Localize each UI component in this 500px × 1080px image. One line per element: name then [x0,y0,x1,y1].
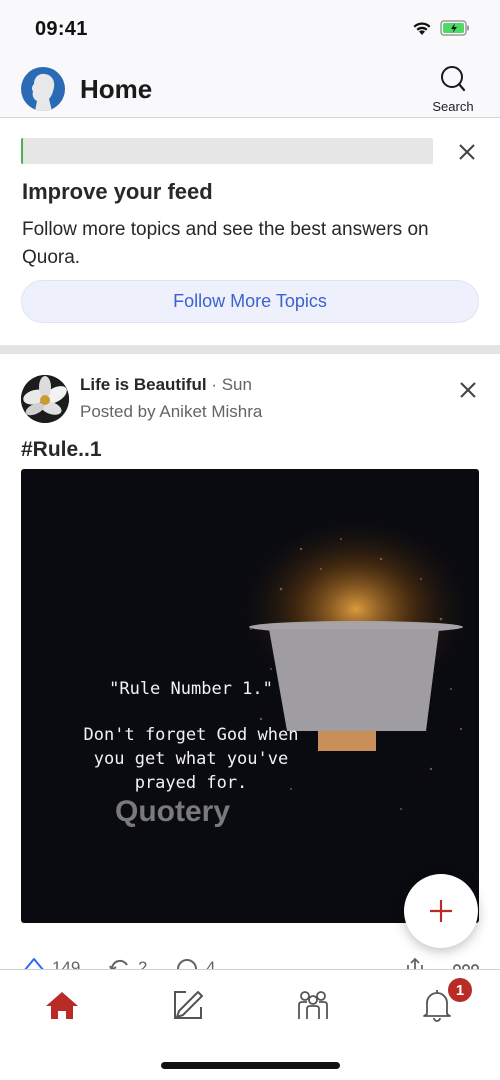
quote-line: you get what you've [93,749,289,769]
tab-spaces[interactable] [283,980,343,1030]
quote-line: Don't forget God when [83,725,299,745]
section-divider [0,345,500,354]
notification-badge: 1 [448,978,472,1002]
battery-charging-icon [440,20,469,36]
plus-icon [430,900,452,922]
quote-line: prayed for. [134,773,248,793]
search-icon [441,66,466,92]
page-title: Home [80,74,153,104]
user-silhouette-icon [31,73,55,111]
home-indicator [161,1062,340,1069]
wifi-icon [413,22,431,35]
post-header: Life is Beautiful · Sun [80,375,252,395]
post-image[interactable]: "Rule Number 1." Don't forget God when y… [21,469,479,923]
tab-home[interactable] [32,980,92,1030]
search-button[interactable]: Search [428,64,478,114]
feed-progress-fill [21,138,24,164]
status-time: 09:41 [35,18,88,40]
spaces-icon [298,991,328,1019]
improve-feed-title: Improve your feed [22,179,213,204]
dismiss-post-icon[interactable] [458,380,478,400]
top-header: Home Search [0,58,500,118]
edit-icon [174,991,203,1019]
feed-post: Life is Beautiful · Sun Posted by Aniket… [0,354,500,975]
profile-avatar[interactable] [21,67,65,111]
space-avatar[interactable] [21,375,69,423]
improve-feed-card: Improve your feed Follow more topics and… [0,119,500,345]
watermark: Quotery [115,795,231,828]
tab-write[interactable] [158,980,218,1030]
quote-heading: "Rule Number 1." [109,679,273,699]
improve-feed-description: Follow more topics and see the best answ… [22,219,429,268]
status-bar: 09:41 [0,0,500,58]
follow-more-topics-button[interactable]: Follow More Topics [21,280,479,323]
status-icons [412,20,470,36]
feed-progress-bar [21,138,433,164]
post-time: · Sun [211,375,252,394]
post-title[interactable]: #Rule..1 [21,438,102,462]
home-icon [46,992,78,1019]
close-icon[interactable] [457,142,477,162]
space-name-link[interactable]: Life is Beautiful [80,375,207,394]
posted-by[interactable]: Posted by Aniket Mishra [80,402,262,422]
add-post-button[interactable] [404,874,478,948]
flower-icon [21,375,69,423]
search-label: Search [432,99,474,114]
